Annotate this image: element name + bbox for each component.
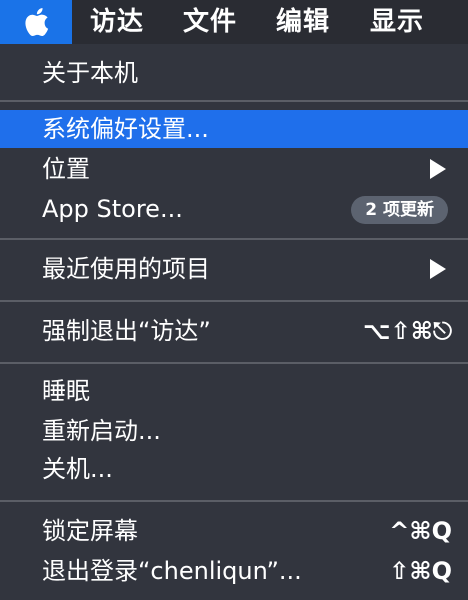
menu-item-shutdown[interactable]: 关机... bbox=[0, 450, 468, 488]
menu-item-label: 重新启动... bbox=[42, 417, 161, 445]
apple-logo-icon bbox=[25, 8, 49, 37]
menu-item-label: App Store... bbox=[42, 195, 183, 223]
menubar-item-file[interactable]: 文件 bbox=[183, 0, 237, 44]
keyboard-shortcut: ⌥⇧⌘⎋ bbox=[362, 317, 452, 345]
keyboard-shortcut: ^⌘Q bbox=[389, 517, 452, 545]
menu-item-system-preferences[interactable]: 系统偏好设置... bbox=[0, 110, 468, 148]
apple-menu: 关于本机 系统偏好设置... 位置 App Store... 2 项更新 最近使… bbox=[0, 44, 468, 600]
menu-item-label: 锁定屏幕 bbox=[42, 517, 138, 545]
menu-item-sleep[interactable]: 睡眠 bbox=[0, 372, 468, 410]
menu-item-lock-screen[interactable]: 锁定屏幕 ^⌘Q bbox=[0, 512, 468, 550]
update-count-badge: 2 项更新 bbox=[351, 196, 448, 224]
menubar-item-view[interactable]: 显示 bbox=[370, 0, 424, 44]
keyboard-shortcut: ⇧⌘Q bbox=[389, 557, 452, 585]
menu-item-recent-items[interactable]: 最近使用的项目 bbox=[0, 250, 468, 288]
menu-item-log-out[interactable]: 退出登录“chenliqun”... ⇧⌘Q bbox=[0, 552, 468, 590]
apple-menu-button[interactable] bbox=[0, 0, 72, 44]
menu-item-label: 位置 bbox=[42, 155, 90, 183]
menu-bar: 访达 文件 编辑 显示 bbox=[0, 0, 468, 44]
menubar-item-finder[interactable]: 访达 bbox=[90, 0, 144, 44]
menu-separator bbox=[0, 238, 468, 240]
menu-item-label: 退出登录“chenliqun”... bbox=[42, 557, 302, 585]
menu-separator bbox=[0, 300, 468, 302]
menu-item-app-store[interactable]: App Store... 2 项更新 bbox=[0, 190, 468, 228]
menubar-item-edit[interactable]: 编辑 bbox=[276, 0, 330, 44]
menu-separator bbox=[0, 100, 468, 102]
submenu-arrow-icon bbox=[430, 159, 446, 179]
menu-item-label: 睡眠 bbox=[42, 377, 90, 405]
menu-item-label: 强制退出“访达” bbox=[42, 317, 211, 345]
menu-item-label: 关于本机 bbox=[42, 59, 138, 87]
menu-separator bbox=[0, 500, 468, 502]
submenu-arrow-icon bbox=[430, 259, 446, 279]
menu-item-restart[interactable]: 重新启动... bbox=[0, 412, 468, 450]
menu-item-label: 系统偏好设置... bbox=[42, 115, 209, 143]
menu-item-force-quit[interactable]: 强制退出“访达” ⌥⇧⌘⎋ bbox=[0, 312, 468, 350]
menu-item-label: 最近使用的项目 bbox=[42, 255, 210, 283]
menu-item-location[interactable]: 位置 bbox=[0, 150, 468, 188]
menu-item-about[interactable]: 关于本机 bbox=[0, 54, 468, 92]
menu-separator bbox=[0, 362, 468, 364]
menu-item-label: 关机... bbox=[42, 455, 113, 483]
